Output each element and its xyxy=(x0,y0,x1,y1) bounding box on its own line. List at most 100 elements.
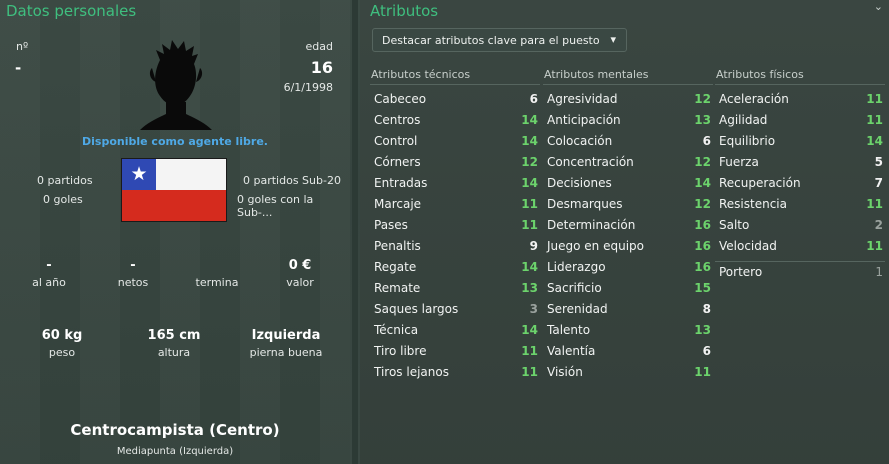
attribute-name: Fuerza xyxy=(719,155,759,169)
weight-label: peso xyxy=(48,346,76,359)
attribute-name: Desmarques xyxy=(547,197,623,211)
free-agent-status: Disponible como agente libre. xyxy=(82,135,268,148)
attribute-name: Resistencia xyxy=(719,197,787,211)
attribute-value: 11 xyxy=(866,92,883,106)
attribute-row[interactable]: Colocación 6 xyxy=(543,131,713,152)
attributes-title: Atributos xyxy=(370,2,439,20)
attribute-row[interactable]: Regate 14 xyxy=(370,257,540,278)
mental-attributes-header: Atributos mentales xyxy=(544,68,649,81)
attribute-name: Determinación xyxy=(547,218,636,232)
attribute-row[interactable]: Juego en equipo 16 xyxy=(543,236,713,257)
attribute-row[interactable]: Recuperación 7 xyxy=(715,173,885,194)
attribute-value: 13 xyxy=(694,113,711,127)
attribute-row[interactable]: Técnica 14 xyxy=(370,320,540,341)
attribute-row[interactable]: Visión 11 xyxy=(543,362,713,383)
u20-goals: 0 goles con la Sub-... xyxy=(237,193,314,219)
attribute-row[interactable]: Control 14 xyxy=(370,131,540,152)
attribute-value: 9 xyxy=(529,239,538,253)
attribute-row[interactable]: Cabeceo 6 xyxy=(370,89,540,110)
attribute-value: 12 xyxy=(694,92,711,106)
attribute-row[interactable]: Tiros lejanos 11 xyxy=(370,362,540,383)
value-block: 0 € valor xyxy=(272,258,328,289)
attribute-row[interactable]: Agresividad 12 xyxy=(543,89,713,110)
attribute-row[interactable]: Remate 13 xyxy=(370,278,540,299)
attribute-row[interactable]: Marcaje 11 xyxy=(370,194,540,215)
attribute-name: Pases xyxy=(374,218,408,232)
attribute-name: Agresividad xyxy=(547,92,618,106)
attribute-name: Aceleración xyxy=(719,92,789,106)
attribute-row[interactable]: Pases 11 xyxy=(370,215,540,236)
attribute-value: 13 xyxy=(694,323,711,337)
weight-block: 60 kg peso xyxy=(24,328,100,359)
attribute-row[interactable]: Velocidad 11 xyxy=(715,236,885,257)
attribute-name: Sacrificio xyxy=(547,281,602,295)
attribute-row[interactable]: Entradas 14 xyxy=(370,173,540,194)
attribute-name: Decisiones xyxy=(547,176,612,190)
age-value: 16 xyxy=(310,58,333,77)
attribute-name: Entradas xyxy=(374,176,428,190)
attribute-row[interactable]: Centros 14 xyxy=(370,110,540,131)
attribute-name: Concentración xyxy=(547,155,634,169)
player-photo-icon xyxy=(140,38,212,130)
attribute-value: 14 xyxy=(521,260,538,274)
attribute-row[interactable]: Determinación 16 xyxy=(543,215,713,236)
attribute-value: 14 xyxy=(521,113,538,127)
attribute-value: 16 xyxy=(694,239,711,253)
net-value: - xyxy=(130,258,136,273)
attribute-name: Control xyxy=(374,134,418,148)
attribute-row[interactable]: Sacrificio 15 xyxy=(543,278,713,299)
height-value: 165 cm xyxy=(147,328,201,343)
highlight-attributes-label: Destacar atributos clave para el puesto xyxy=(382,34,600,47)
salary-value: - xyxy=(46,258,52,273)
attribute-row[interactable]: Saques largos 3 xyxy=(370,299,540,320)
u20-matches: 0 partidos Sub-20 xyxy=(243,174,341,187)
attribute-row[interactable]: Valentía 6 xyxy=(543,341,713,362)
birth-date: 6/1/1998 xyxy=(283,81,333,94)
attribute-row[interactable]: Decisiones 14 xyxy=(543,173,713,194)
attribute-name: Tiros lejanos xyxy=(374,365,449,379)
salary-block: - al año xyxy=(24,258,74,289)
attribute-row[interactable]: Talento 13 xyxy=(543,320,713,341)
senior-matches: 0 partidos xyxy=(37,174,93,187)
attribute-row[interactable]: Agilidad 11 xyxy=(715,110,885,131)
attribute-row[interactable]: Salto 2 xyxy=(715,215,885,236)
attribute-row[interactable]: Córners 12 xyxy=(370,152,540,173)
attribute-value: 16 xyxy=(694,260,711,274)
attribute-row[interactable]: Fuerza 5 xyxy=(715,152,885,173)
attribute-name: Penaltis xyxy=(374,239,421,253)
attribute-value: 3 xyxy=(529,302,538,316)
attribute-value: 12 xyxy=(694,155,711,169)
attribute-name: Regate xyxy=(374,260,417,274)
attribute-row-portero[interactable]: Portero 1 xyxy=(715,261,885,284)
attribute-name: Centros xyxy=(374,113,421,127)
height-block: 165 cm altura xyxy=(134,328,214,359)
secondary-position: Mediapunta (Izquierda) xyxy=(116,446,234,457)
salary-label: al año xyxy=(32,276,66,289)
attribute-value: 15 xyxy=(694,281,711,295)
attribute-row[interactable]: Penaltis 9 xyxy=(370,236,540,257)
attribute-row[interactable]: Serenidad 8 xyxy=(543,299,713,320)
attribute-value: 6 xyxy=(702,134,711,148)
attribute-row[interactable]: Desmarques 12 xyxy=(543,194,713,215)
nation-flag-icon[interactable]: ★ xyxy=(121,158,227,222)
foot-value: Izquierda xyxy=(251,328,321,343)
attribute-name: Liderazgo xyxy=(547,260,606,274)
attribute-value: 11 xyxy=(521,365,538,379)
highlight-attributes-dropdown[interactable]: Destacar atributos clave para el puesto … xyxy=(372,28,627,52)
attribute-name: Tiro libre xyxy=(374,344,427,358)
attribute-name: Juego en equipo xyxy=(547,239,645,253)
attribute-value: 12 xyxy=(521,155,538,169)
weight-value: 60 kg xyxy=(41,328,83,343)
attribute-row[interactable]: Resistencia 11 xyxy=(715,194,885,215)
attribute-value: 11 xyxy=(521,218,538,232)
attribute-row[interactable]: Aceleración 11 xyxy=(715,89,885,110)
attribute-value: 12 xyxy=(694,197,711,211)
attribute-row[interactable]: Equilibrio 14 xyxy=(715,131,885,152)
attribute-row[interactable]: Anticipación 13 xyxy=(543,110,713,131)
panel-menu-chevron-icon[interactable]: ⌄ xyxy=(874,0,883,13)
attribute-row[interactable]: Tiro libre 11 xyxy=(370,341,540,362)
foot-block: Izquierda pierna buena xyxy=(240,328,332,359)
attribute-row[interactable]: Concentración 12 xyxy=(543,152,713,173)
attribute-name: Marcaje xyxy=(374,197,422,211)
attribute-row[interactable]: Liderazgo 16 xyxy=(543,257,713,278)
